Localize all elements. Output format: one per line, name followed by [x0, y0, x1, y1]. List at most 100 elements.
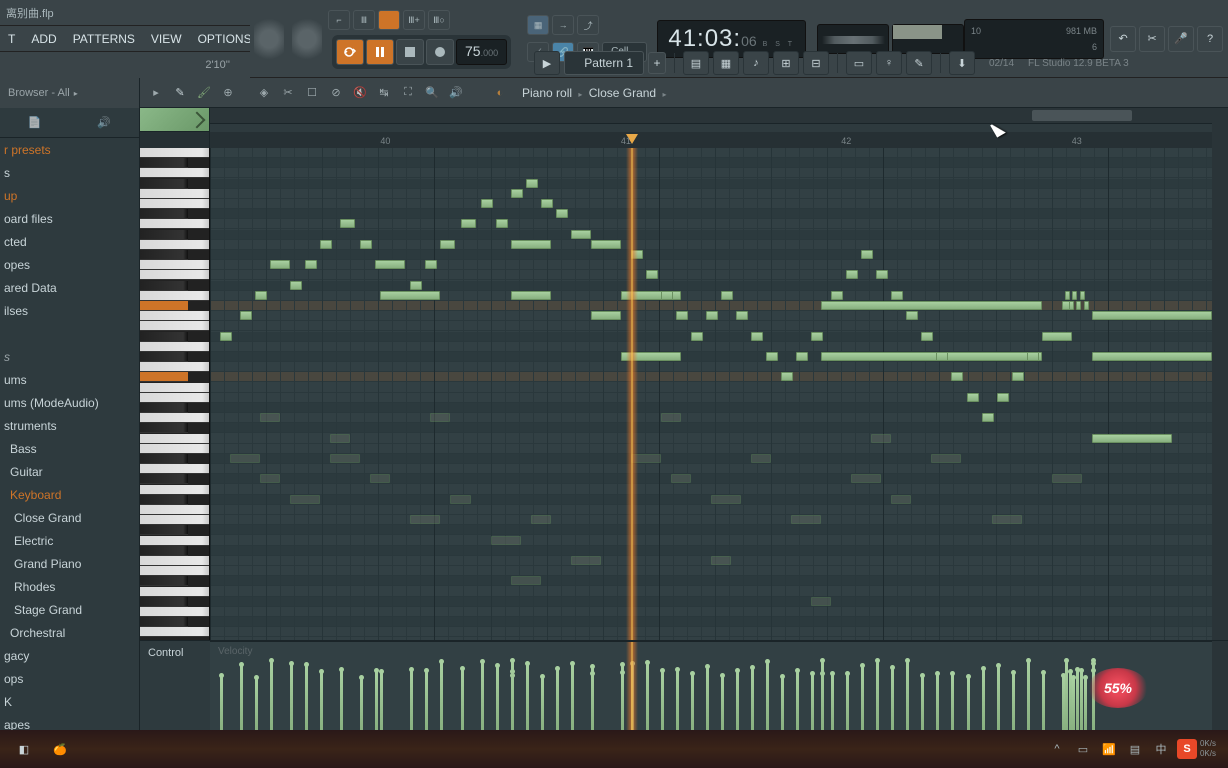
note[interactable]: [831, 291, 843, 300]
note[interactable]: [571, 230, 591, 239]
velocity-bar[interactable]: [511, 660, 514, 730]
browser-item-5[interactable]: opes: [0, 253, 139, 276]
browser-item-2[interactable]: up: [0, 184, 139, 207]
browser-item-14[interactable]: Guitar: [0, 460, 139, 483]
note[interactable]: [1065, 291, 1070, 300]
note[interactable]: [821, 301, 1041, 310]
piano-key[interactable]: [140, 403, 188, 413]
snap-btn-4[interactable]: Ⅲ+: [403, 10, 425, 30]
note[interactable]: [375, 260, 405, 269]
note[interactable]: [931, 454, 961, 463]
note[interactable]: [861, 250, 873, 259]
note[interactable]: [591, 311, 621, 320]
note[interactable]: [706, 311, 718, 320]
note[interactable]: [571, 556, 601, 565]
browser-item-15[interactable]: Keyboard: [0, 483, 139, 506]
note[interactable]: [751, 454, 771, 463]
snap-btn-2[interactable]: Ⅲ: [353, 10, 375, 30]
piano-key[interactable]: [140, 423, 188, 433]
note[interactable]: [370, 474, 390, 483]
browser-item-22[interactable]: gacy: [0, 644, 139, 667]
note[interactable]: [1080, 291, 1085, 300]
browser-item-19[interactable]: Rhodes: [0, 575, 139, 598]
note[interactable]: [531, 515, 551, 524]
note[interactable]: [496, 219, 508, 228]
tray-ime-icon[interactable]: S: [1177, 739, 1197, 759]
velocity-bar[interactable]: [846, 673, 849, 730]
select-tool-icon[interactable]: ☐: [302, 83, 322, 103]
velocity-bar[interactable]: [876, 660, 879, 730]
tray-battery-icon[interactable]: ▭: [1073, 739, 1093, 759]
piano-key[interactable]: [140, 230, 188, 240]
velocity-bar[interactable]: [360, 677, 363, 730]
zoom-full-icon[interactable]: ⛶: [398, 83, 418, 103]
tray-notif-icon[interactable]: ▤: [1125, 739, 1145, 759]
piano-key[interactable]: [140, 556, 209, 566]
velocity-area[interactable]: Velocity: [210, 641, 1212, 730]
piano-key[interactable]: [140, 383, 209, 393]
note[interactable]: [921, 332, 933, 341]
browser-item-8[interactable]: [0, 322, 139, 345]
piano-key[interactable]: [140, 158, 188, 168]
note[interactable]: [320, 240, 332, 249]
note[interactable]: [751, 332, 763, 341]
velocity-bar[interactable]: [676, 669, 679, 730]
volume-knob[interactable]: [254, 14, 284, 64]
velocity-bar[interactable]: [706, 666, 709, 730]
control-label[interactable]: Control: [148, 647, 183, 659]
velocity-bar[interactable]: [1084, 677, 1087, 730]
note[interactable]: [430, 413, 450, 422]
tool-button-2[interactable]: ✎: [906, 51, 932, 75]
note[interactable]: [260, 474, 280, 483]
velocity-bar[interactable]: [591, 666, 594, 730]
velocity-bar[interactable]: [340, 669, 343, 730]
zoom-tool-icon[interactable]: ⊘: [326, 83, 346, 103]
note[interactable]: [992, 515, 1022, 524]
menu-patterns[interactable]: PATTERNS: [65, 32, 143, 46]
note[interactable]: [821, 352, 1041, 361]
velocity-bar[interactable]: [375, 670, 378, 730]
note[interactable]: [876, 270, 888, 279]
pr-corner[interactable]: [140, 108, 210, 132]
velocity-bar[interactable]: [621, 672, 624, 730]
note[interactable]: [526, 179, 538, 188]
note-grid[interactable]: [210, 148, 1212, 640]
note[interactable]: [906, 311, 918, 320]
note[interactable]: [951, 372, 963, 381]
velocity-bar[interactable]: [967, 676, 970, 730]
menu-file[interactable]: T: [0, 32, 23, 46]
piano-key[interactable]: [140, 515, 209, 525]
piano-key[interactable]: [140, 617, 188, 627]
select-tool-icon[interactable]: ⊕: [218, 83, 238, 103]
note[interactable]: [871, 434, 891, 443]
slice-tool-icon[interactable]: ✂: [278, 83, 298, 103]
tray-up-icon[interactable]: ^: [1047, 739, 1067, 759]
velocity-bar[interactable]: [811, 673, 814, 730]
velocity-bar[interactable]: [691, 673, 694, 730]
piano-key[interactable]: [140, 148, 209, 158]
velocity-bar[interactable]: [1076, 669, 1079, 730]
piano-key[interactable]: [140, 627, 209, 637]
slip-tool-icon[interactable]: ↹: [374, 83, 394, 103]
download-button[interactable]: ⬇: [949, 51, 975, 75]
view-browser-button[interactable]: ⊞: [773, 51, 799, 75]
velocity-bar[interactable]: [481, 661, 484, 730]
velocity-bar[interactable]: [997, 665, 1000, 730]
note[interactable]: [621, 352, 681, 361]
scale-tool-icon[interactable]: 🔊: [446, 83, 466, 103]
velocity-bar[interactable]: [796, 670, 799, 730]
velocity-bar[interactable]: [721, 675, 724, 730]
velocity-bar[interactable]: [821, 660, 824, 730]
piano-key[interactable]: [140, 597, 188, 607]
velocity-bar[interactable]: [1072, 677, 1075, 730]
mute-tool-icon[interactable]: 🔇: [350, 83, 370, 103]
browser-item-1[interactable]: s: [0, 161, 139, 184]
note[interactable]: [736, 311, 748, 320]
piano-key[interactable]: [140, 189, 209, 199]
note[interactable]: [1084, 301, 1089, 310]
velocity-bar[interactable]: [661, 670, 664, 730]
note[interactable]: [541, 199, 553, 208]
piano-key[interactable]: [140, 311, 209, 321]
piano-key[interactable]: [140, 434, 209, 444]
draw-tool-icon[interactable]: ✎: [170, 83, 190, 103]
